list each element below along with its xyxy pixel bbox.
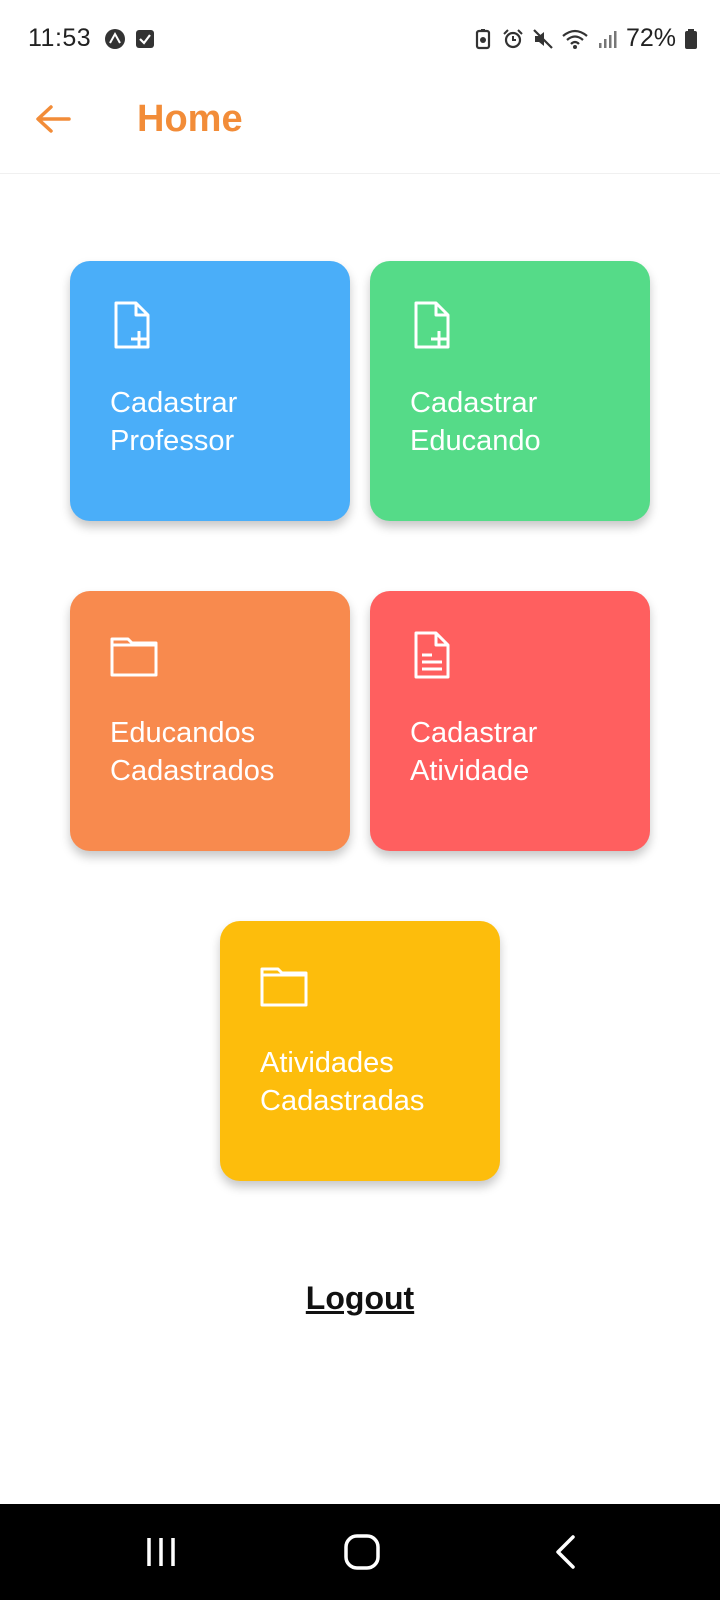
folder-icon — [260, 967, 308, 1007]
home-button[interactable] — [332, 1528, 392, 1576]
file-text-icon — [414, 631, 450, 679]
file-plus-icon — [414, 301, 450, 349]
status-bar: 11:53 72% — [0, 0, 720, 82]
recent-apps-icon — [147, 1538, 175, 1566]
logout-button[interactable]: Logout — [306, 1280, 414, 1316]
card-label: Educandos Cadastrados — [110, 717, 275, 787]
expo-icon — [105, 29, 125, 49]
card-cadastrar-educando[interactable]: Cadastrar Educando — [370, 261, 650, 521]
home-icon — [344, 1534, 380, 1570]
app-bar: Home — [0, 82, 720, 174]
card-label: Cadastrar Atividade — [410, 717, 538, 787]
wifi-icon — [562, 29, 588, 49]
signal-icon — [598, 30, 617, 48]
card-cadastrar-professor[interactable]: Cadastrar Professor — [70, 261, 350, 521]
battery-percent: 72% — [625, 24, 676, 52]
mute-icon — [533, 28, 553, 49]
recent-apps-button[interactable] — [131, 1528, 191, 1576]
card-educandos-cadastrados[interactable]: Educandos Cadastrados — [70, 591, 350, 851]
navigation-bar — [0, 1504, 720, 1600]
file-plus-icon — [114, 301, 150, 349]
card-label: Cadastrar Professor — [110, 387, 238, 457]
alarm-icon — [503, 28, 523, 48]
battery-saver-icon — [475, 28, 491, 49]
back-icon — [556, 1535, 575, 1569]
page-title: Home — [137, 98, 243, 140]
status-time: 11:53 — [28, 24, 92, 52]
card-label: Atividades Cadastradas — [260, 1047, 425, 1117]
card-cadastrar-atividade[interactable]: Cadastrar Atividade — [370, 591, 650, 851]
checkbox-icon — [136, 30, 154, 48]
battery-icon — [685, 28, 697, 49]
back-nav-button[interactable] — [535, 1528, 595, 1576]
folder-icon — [110, 637, 158, 677]
arrow-left-icon — [36, 105, 71, 133]
card-atividades-cadastradas[interactable]: Atividades Cadastradas — [220, 921, 500, 1181]
card-label: Cadastrar Educando — [410, 387, 541, 457]
back-button[interactable] — [30, 96, 76, 142]
